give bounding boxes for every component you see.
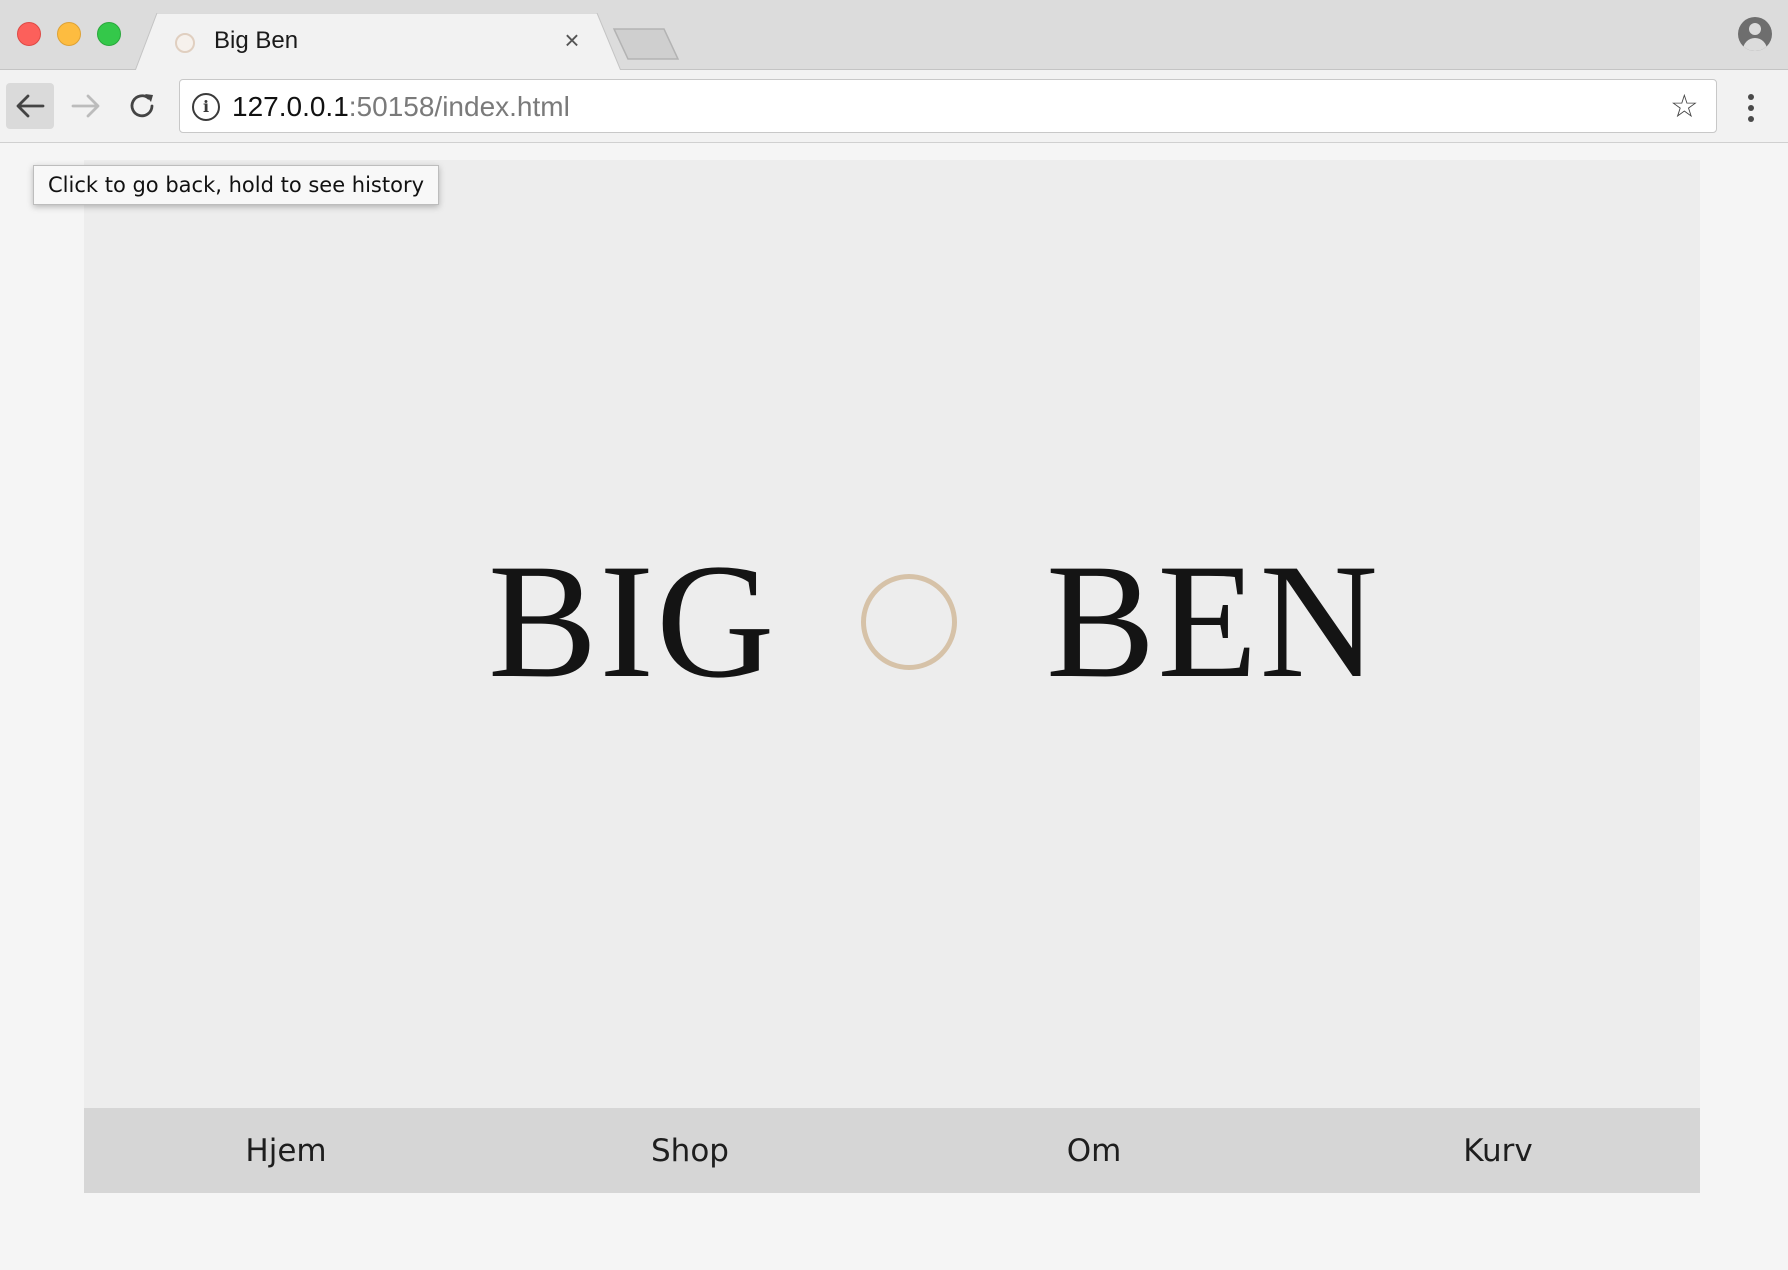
url-host: 127.0.0.1 bbox=[232, 91, 349, 122]
nav-item-kurv[interactable]: Kurv bbox=[1296, 1108, 1700, 1193]
main-nav: Hjem Shop Om Kurv bbox=[84, 1108, 1700, 1193]
tab-big-ben[interactable]: Big Ben × bbox=[135, 13, 625, 71]
reload-button[interactable] bbox=[118, 83, 166, 129]
logo-word-ben: BEN bbox=[1046, 531, 1380, 712]
address-bar[interactable]: i 127.0.0.1:50158/index.html ☆ bbox=[179, 79, 1717, 133]
nav-item-hjem[interactable]: Hjem bbox=[84, 1108, 488, 1193]
forward-button[interactable] bbox=[62, 83, 110, 129]
url-path: :50158/index.html bbox=[348, 91, 570, 122]
browser-toolbar: i 127.0.0.1:50158/index.html ☆ bbox=[0, 70, 1788, 143]
hero-banner: BIG BEN bbox=[84, 160, 1700, 1108]
logo-word-big: BIG bbox=[488, 531, 777, 712]
info-icon[interactable]: i bbox=[192, 93, 220, 121]
arrow-right-icon bbox=[71, 94, 100, 118]
tab-close-icon[interactable]: × bbox=[559, 27, 585, 53]
back-button-tooltip: Click to go back, hold to see history bbox=[33, 165, 440, 205]
nav-item-shop[interactable]: Shop bbox=[488, 1108, 892, 1193]
tab-title: Big Ben bbox=[214, 27, 299, 54]
back-button[interactable] bbox=[6, 83, 54, 129]
reload-icon bbox=[130, 94, 154, 118]
url-text[interactable]: 127.0.0.1:50158/index.html bbox=[232, 91, 570, 123]
tab-strip: Big Ben × bbox=[0, 0, 1788, 71]
window-maximize-button[interactable] bbox=[97, 22, 121, 46]
new-tab-button[interactable] bbox=[612, 27, 682, 61]
star-icon[interactable]: ☆ bbox=[1670, 90, 1699, 122]
kebab-menu-icon[interactable] bbox=[1746, 94, 1756, 126]
page-content: BIG BEN Hjem Shop Om Kurv bbox=[84, 160, 1700, 1193]
logo-ring-icon bbox=[861, 574, 957, 670]
window-minimize-button[interactable] bbox=[57, 22, 81, 46]
window-close-button[interactable] bbox=[17, 22, 41, 46]
circle-favicon-icon bbox=[175, 33, 195, 53]
arrow-left-icon bbox=[16, 94, 45, 118]
profile-icon[interactable] bbox=[1738, 17, 1772, 51]
nav-item-om[interactable]: Om bbox=[892, 1108, 1296, 1193]
